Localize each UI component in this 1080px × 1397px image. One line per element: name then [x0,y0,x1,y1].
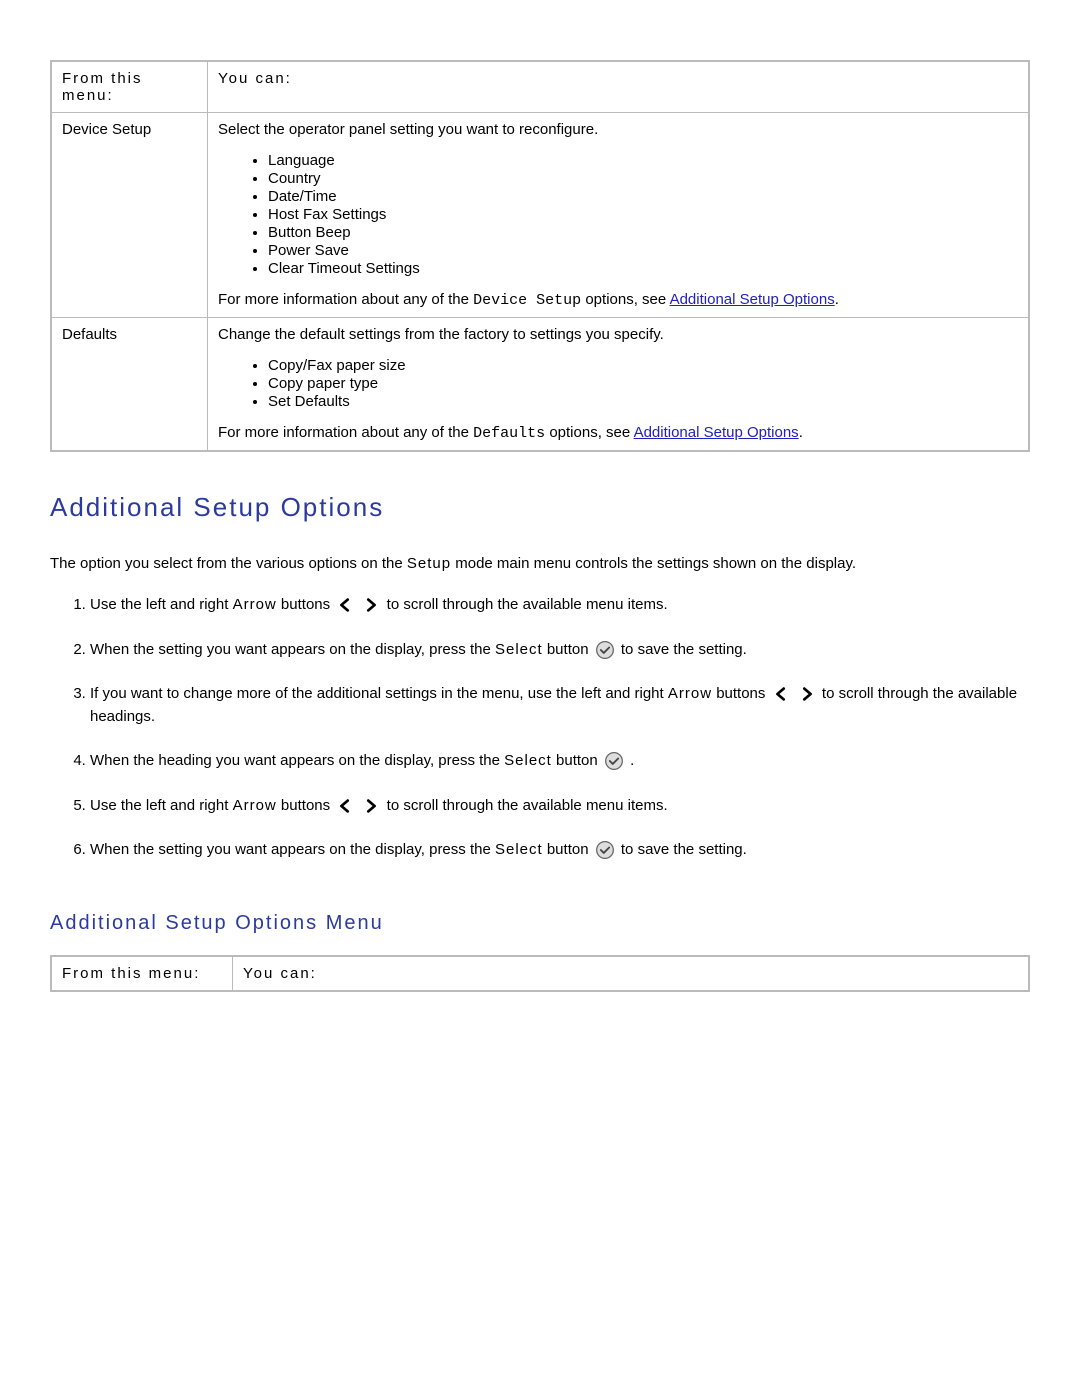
arrow-right-icon [362,797,380,815]
table-row: Device Setup Select the operator panel s… [51,113,1029,318]
row-intro: Change the default settings from the fac… [218,326,1018,343]
table-row: Defaults Change the default settings fro… [51,318,1029,452]
list-item: Host Fax Settings [268,206,1018,223]
device-setup-options: Language Country Date/Time Host Fax Sett… [248,152,1018,277]
desc-defaults: Change the default settings from the fac… [208,318,1030,452]
section-heading-additional-setup: Additional Setup Options [50,492,1030,523]
table-header-menu: From this menu: [51,61,208,113]
link-additional-setup-options[interactable]: Additional Setup Options [670,291,835,308]
list-item: Copy paper type [268,375,1018,392]
menu-device-setup: Device Setup [51,113,208,318]
intro-paragraph: The option you select from the various o… [50,553,1030,574]
step-3: If you want to change more of the additi… [90,683,1030,728]
list-item: Power Save [268,242,1018,259]
link-additional-setup-options[interactable]: Additional Setup Options [634,424,799,441]
select-button-icon [604,751,624,771]
select-button-icon [595,640,615,660]
list-item: Set Defaults [268,393,1018,410]
list-item: Button Beep [268,224,1018,241]
step-2: When the setting you want appears on the… [90,639,1030,662]
row-intro: Select the operator panel setting you wa… [218,121,1018,138]
arrow-right-icon [362,596,380,614]
arrow-left-icon [336,797,354,815]
additional-options-table: From this menu: You can: [50,955,1030,992]
steps-list: Use the left and right Arrow buttons to … [65,594,1030,862]
desc-device-setup: Select the operator panel setting you wa… [208,113,1030,318]
list-item: Language [268,152,1018,169]
table2-header-menu: From this menu: [51,956,233,991]
step-6: When the setting you want appears on the… [90,839,1030,862]
more-info-line: For more information about any of the De… [218,291,1018,309]
defaults-options: Copy/Fax paper size Copy paper type Set … [248,357,1018,410]
more-info-line: For more information about any of the De… [218,424,1018,442]
step-1: Use the left and right Arrow buttons to … [90,594,1030,617]
table-header-action: You can: [208,61,1030,113]
list-item: Country [268,170,1018,187]
setup-menu-table: From this menu: You can: Device Setup Se… [50,60,1030,452]
menu-defaults: Defaults [51,318,208,452]
arrow-left-icon [772,685,790,703]
step-5: Use the left and right Arrow buttons to … [90,795,1030,818]
arrow-right-icon [798,685,816,703]
list-item: Date/Time [268,188,1018,205]
select-button-icon [595,840,615,860]
table2-header-action: You can: [233,956,1030,991]
list-item: Clear Timeout Settings [268,260,1018,277]
list-item: Copy/Fax paper size [268,357,1018,374]
sub-heading-additional-menu: Additional Setup Options Menu [50,912,1030,935]
arrow-left-icon [336,596,354,614]
step-4: When the heading you want appears on the… [90,750,1030,773]
